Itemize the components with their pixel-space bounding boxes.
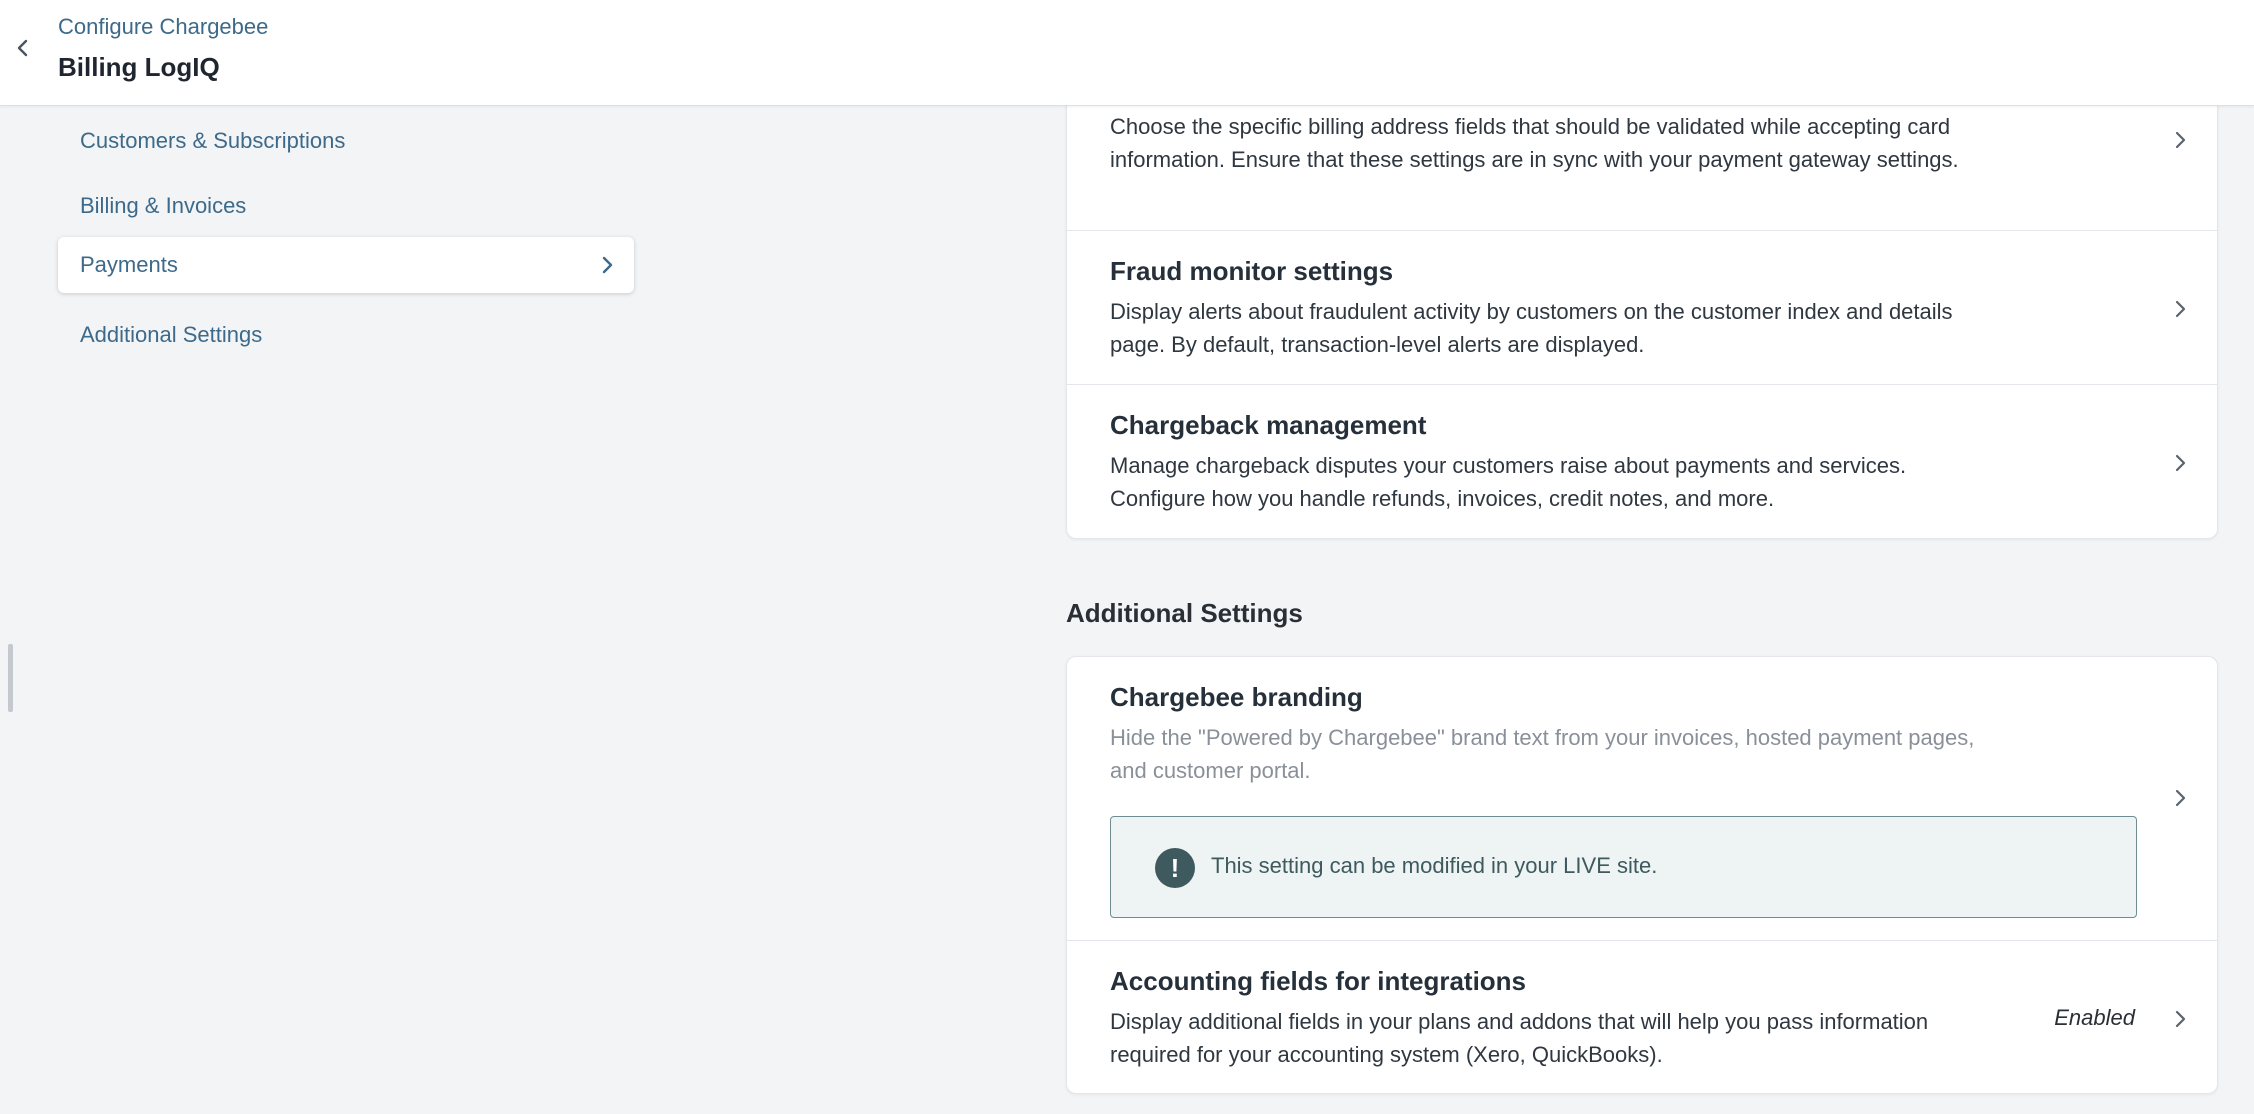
sidebar-item-label: Additional Settings (80, 322, 263, 347)
row-description: Display additional fields in your plans … (1110, 1009, 1929, 1067)
row-description: Hide the "Powered by Chargebee" brand te… (1110, 725, 1975, 783)
chevron-right-icon (602, 256, 613, 274)
exclamation-circle-icon: ! (1155, 848, 1195, 888)
payments-settings-card: Choose the specific billing address fiel… (1066, 80, 2218, 539)
sidebar-resize-handle[interactable] (8, 644, 13, 712)
fraud-monitor-settings-row[interactable]: Fraud monitor settings Display alerts ab… (1067, 230, 2217, 384)
chargeback-management-row[interactable]: Chargeback management Manage chargeback … (1067, 384, 2217, 539)
chevron-right-icon (2175, 1010, 2186, 1028)
sidebar-item-label: Customers & Subscriptions (80, 128, 346, 153)
sidebar-item-billing-invoices[interactable]: Billing & Invoices (58, 178, 634, 234)
row-title: Chargebee branding (1110, 682, 1363, 712)
settings-sidebar: Customers & Subscriptions Billing & Invo… (0, 106, 700, 1114)
sidebar-item-label: Billing & Invoices (80, 193, 247, 218)
chevron-right-icon (2175, 131, 2186, 149)
additional-settings-card: Chargebee branding Hide the "Powered by … (1066, 656, 2218, 1094)
breadcrumb[interactable]: Configure Chargebee (58, 14, 268, 40)
row-description: Display alerts about fraudulent activity… (1110, 299, 1953, 357)
sidebar-item-payments[interactable]: Payments (58, 237, 634, 293)
page-header: Configure Chargebee Billing LogIQ (0, 0, 2254, 106)
back-button[interactable] (8, 30, 36, 66)
chargebee-branding-row[interactable]: Chargebee branding Hide the "Powered by … (1067, 657, 2217, 940)
section-heading-additional-settings: Additional Settings (1066, 598, 1303, 628)
chevron-right-icon (2175, 789, 2186, 807)
sidebar-item-additional-settings[interactable]: Additional Settings (58, 307, 634, 363)
live-site-notice: ! This setting can be modified in your L… (1110, 816, 2137, 918)
chevron-left-icon (17, 39, 28, 57)
chevron-right-icon (2175, 454, 2186, 472)
notice-text: This setting can be modified in your LIV… (1211, 853, 1658, 878)
sidebar-item-label: Payments (80, 252, 178, 277)
page-title: Billing LogIQ (58, 52, 220, 82)
row-title: Chargeback management (1110, 410, 1427, 440)
row-title: Fraud monitor settings (1110, 256, 1394, 286)
sidebar-item-customers-subscriptions[interactable]: Customers & Subscriptions (58, 113, 634, 169)
row-title: Accounting fields for integrations (1110, 966, 1527, 996)
accounting-fields-row[interactable]: Accounting fields for integrations Displ… (1067, 940, 2217, 1095)
chevron-right-icon (2175, 300, 2186, 318)
status-badge: Enabled (2054, 1005, 2135, 1030)
row-description: Choose the specific billing address fiel… (1110, 114, 1959, 172)
row-description: Manage chargeback disputes your customer… (1110, 453, 1907, 511)
